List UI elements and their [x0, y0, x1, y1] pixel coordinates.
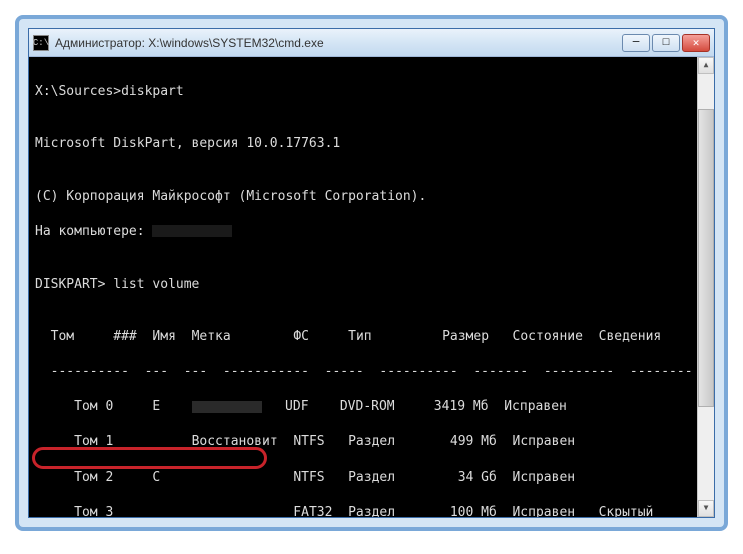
output-line: (C) Корпорация Майкрософт (Microsoft Cor… [35, 170, 708, 205]
table-row: Том 1 Восстановит NTFS Раздел 499 Мб Исп… [35, 433, 708, 451]
window-controls: ─ □ ✕ [622, 34, 710, 52]
scroll-thumb[interactable] [698, 109, 714, 407]
copyright: (C) Корпорация Майкрософт (Microsoft Cor… [35, 189, 426, 204]
prompt: X:\Sources> [35, 84, 121, 99]
table-header: Том ### Имя Метка ФС Тип Размер Состояни… [35, 311, 708, 346]
close-button[interactable]: ✕ [682, 34, 710, 52]
scroll-up-button[interactable]: ▲ [698, 57, 714, 74]
titlebar[interactable]: C:\ Администратор: X:\windows\SYSTEM32\c… [29, 29, 714, 57]
output-line: Microsoft DiskPart, версия 10.0.17763.1 [35, 118, 708, 153]
table-row: Том 0 E UDF DVD-ROM 3419 Мб Исправен [35, 398, 708, 416]
vertical-scrollbar[interactable]: ▲ ▼ [697, 57, 714, 517]
table-row: Том 2 C NTFS Раздел 34 Gб Исправен [35, 469, 708, 487]
diskpart-version: Microsoft DiskPart, версия 10.0.17763.1 [35, 136, 340, 151]
diskpart-prompt: DISKPART> [35, 277, 113, 292]
scroll-track[interactable] [698, 74, 714, 500]
output-line: На компьютере: [35, 223, 708, 241]
console-output[interactable]: X:\Sources>diskpart Microsoft DiskPart, … [29, 57, 714, 517]
window-title: Администратор: X:\windows\SYSTEM32\cmd.e… [55, 36, 622, 50]
cmd-line: X:\Sources>diskpart [35, 83, 708, 101]
command: diskpart [121, 84, 184, 99]
maximize-button[interactable]: □ [652, 34, 680, 52]
scroll-down-button[interactable]: ▼ [698, 500, 714, 517]
redacted-computer-name [152, 225, 232, 237]
table-row: Том 3 FAT32 Раздел 100 Мб Исправен Скрыт… [35, 504, 708, 517]
command: list volume [113, 277, 199, 292]
redacted-label [192, 401, 262, 413]
table-separator: ---------- --- --- ----------- ----- ---… [35, 363, 708, 381]
computer-label: На компьютере: [35, 224, 152, 239]
output-line: DISKPART> list volume [35, 258, 708, 293]
cmd-window: C:\ Администратор: X:\windows\SYSTEM32\c… [28, 28, 715, 518]
cmd-icon: C:\ [33, 35, 49, 51]
minimize-button[interactable]: ─ [622, 34, 650, 52]
outer-frame: C:\ Администратор: X:\windows\SYSTEM32\c… [15, 15, 728, 531]
